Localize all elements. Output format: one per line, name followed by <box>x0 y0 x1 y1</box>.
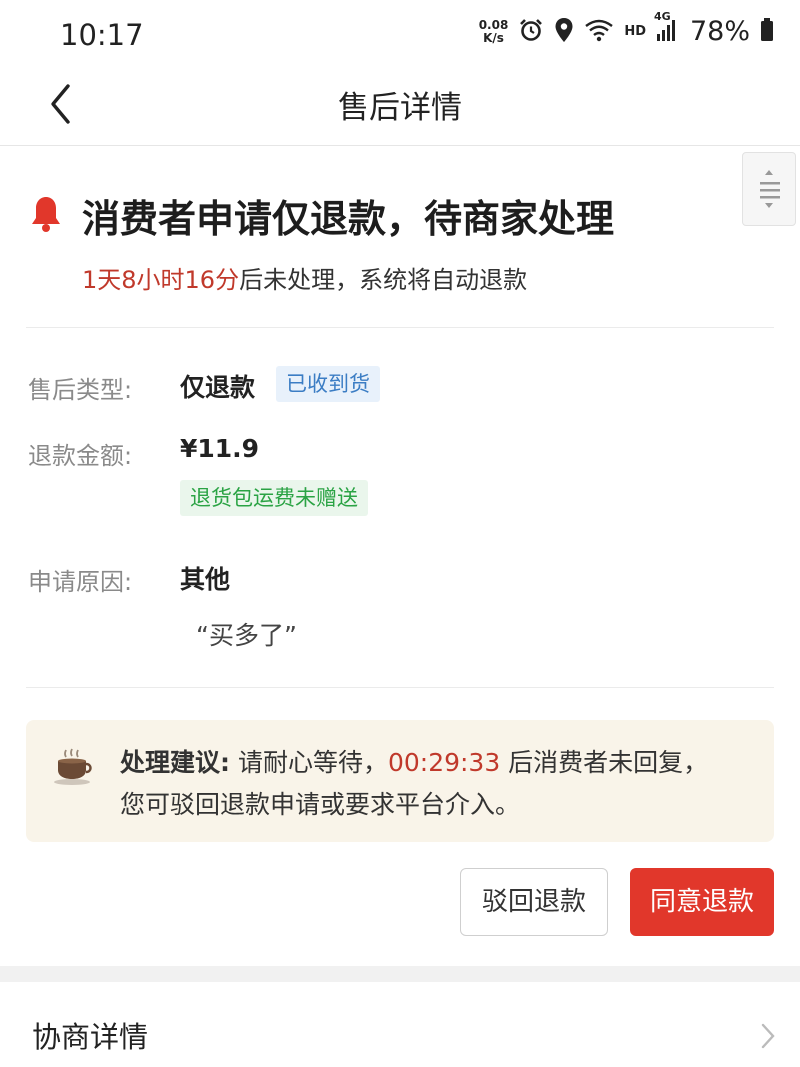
suggestion-timer: 00:29:33 <box>387 748 501 777</box>
countdown-suffix: 后未处理，系统将自动退款 <box>239 266 528 294</box>
net-speed-unit: K/s <box>483 30 504 45</box>
suggestion-text-before: 请耐心等待， <box>230 748 388 777</box>
page-title: 售后详情 <box>338 90 462 126</box>
location-icon <box>554 17 574 47</box>
network-label: HD <box>624 24 646 39</box>
net-speed-indicator: 0.08 K/s <box>478 17 509 45</box>
bell-icon <box>28 194 64 234</box>
side-drawer-handle[interactable] <box>742 152 796 226</box>
negotiation-details-row[interactable]: 协商详情 <box>0 982 800 1067</box>
shipping-insurance-badge: 退货包运费未赠送 <box>180 480 368 516</box>
section-separator <box>0 966 800 982</box>
countdown-value: 1天8小时16分 <box>82 266 240 294</box>
coffee-icon <box>52 746 96 786</box>
drag-handle-icon <box>760 170 780 208</box>
status-bar: 10:17 0.08 K/s HD 4G 78% <box>0 0 800 70</box>
alarm-icon <box>518 17 544 47</box>
suggestion-label: 处理建议: <box>120 748 230 777</box>
chevron-right-icon <box>758 1022 778 1050</box>
agree-refund-button[interactable]: 同意退款 <box>630 868 774 936</box>
suggestion-text: 处理建议: 请耐心等待，00:29:33 后消费者未回复，您可驳回退款申请或要求… <box>120 742 730 826</box>
battery-level: 78% <box>689 16 750 47</box>
reason-value: 其他 <box>180 565 231 594</box>
type-value: 仅退款 <box>180 373 256 402</box>
net-speed-value: 0.08 <box>478 17 509 32</box>
battery-icon <box>760 17 774 46</box>
reason-label: 申请原因: <box>28 568 133 596</box>
nav-bar: 售后详情 <box>0 70 800 146</box>
status-time: 10:17 <box>60 18 144 52</box>
auto-refund-countdown: 1天8小时16分后未处理，系统将自动退款 <box>82 260 527 295</box>
amount-value: ¥11.9 <box>180 434 260 463</box>
divider <box>26 327 774 328</box>
amount-label: 退款金额: <box>28 442 133 470</box>
signal-icon: 4G <box>654 10 678 46</box>
status-icons: 0.08 K/s HD 4G 78% <box>478 10 774 47</box>
negotiation-details-label: 协商详情 <box>32 1020 149 1054</box>
signal-label: 4G <box>653 9 671 23</box>
type-label: 售后类型: <box>28 376 133 404</box>
received-goods-badge: 已收到货 <box>276 366 380 402</box>
wifi-icon <box>584 18 614 46</box>
handling-suggestion: 处理建议: 请耐心等待，00:29:33 后消费者未回复，您可驳回退款申请或要求… <box>26 720 774 842</box>
reject-refund-button[interactable]: 驳回退款 <box>460 868 608 936</box>
reason-quote: “买多了” <box>196 621 297 650</box>
divider <box>26 687 774 688</box>
status-title: 消费者申请仅退款，待商家处理 <box>82 197 615 241</box>
